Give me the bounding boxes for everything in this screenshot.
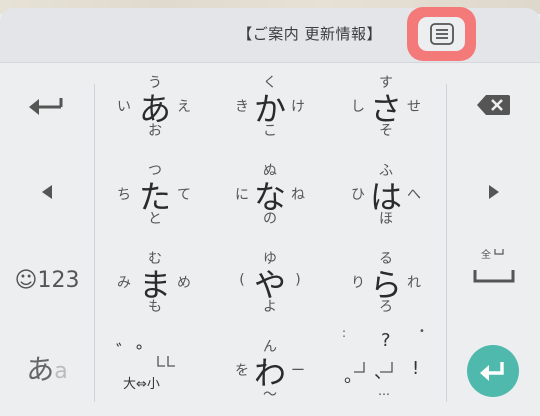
flick-key-ha[interactable]: ふ ひ は へ ほ [326, 160, 446, 240]
menu-button[interactable] [418, 17, 465, 51]
flick-down: ほ [379, 211, 393, 227]
flick-key-ra[interactable]: る り ら れ ろ [326, 248, 446, 328]
input-mode-key[interactable]: あ a [0, 338, 94, 398]
space-small-icon [494, 249, 504, 255]
dot-mark: • [419, 326, 425, 337]
flick-down: 〜 [263, 387, 277, 403]
size-toggle-label: 大⇔小 [123, 377, 160, 392]
flick-key-sa[interactable]: す し さ せ そ [326, 72, 446, 152]
flick-down: の [263, 211, 277, 227]
mode-alpha-label: a [54, 358, 68, 384]
ellipsis-mark: … [378, 384, 390, 398]
exclamation-mark: ! [412, 358, 420, 379]
backspace-icon [476, 95, 510, 115]
menu-icon [429, 23, 454, 45]
flick-down: こ [263, 123, 277, 139]
flick-key-ma[interactable]: む み ま め も [95, 248, 215, 328]
flick-down: お [148, 123, 162, 139]
undo-arrow-icon [29, 98, 63, 115]
flick-down: も [148, 299, 162, 315]
enter-arrow-icon [480, 362, 504, 381]
flick-key-wa[interactable]: ん を わ ー 〜 [210, 336, 330, 416]
cursor-right-key[interactable] [447, 162, 540, 222]
triangle-left-icon [42, 185, 52, 199]
space-icon [473, 270, 515, 283]
enter-key[interactable] [467, 345, 519, 397]
question-mark: ? [381, 330, 391, 351]
flick-down: そ [379, 123, 393, 139]
comma-mark: 、 [374, 362, 392, 383]
small-kana-bracket-icon [157, 356, 175, 367]
update-notice-link[interactable]: 【ご案内 更新情報】 [237, 23, 382, 44]
punctuation-key[interactable]: : ? • 。 、 ! … [326, 326, 446, 402]
flick-down: と [148, 211, 162, 227]
zenkaku-label: 全 [481, 250, 491, 261]
dakuten-mark: ゛ [116, 342, 134, 363]
colon-mark: : [342, 326, 347, 340]
backspace-key[interactable] [447, 75, 540, 135]
flick-down: よ [263, 299, 277, 315]
flick-down: ろ [379, 299, 393, 315]
space-key[interactable]: 全 [447, 240, 540, 300]
mode-hiragana-label: あ [26, 353, 55, 386]
triangle-right-icon [488, 185, 499, 199]
